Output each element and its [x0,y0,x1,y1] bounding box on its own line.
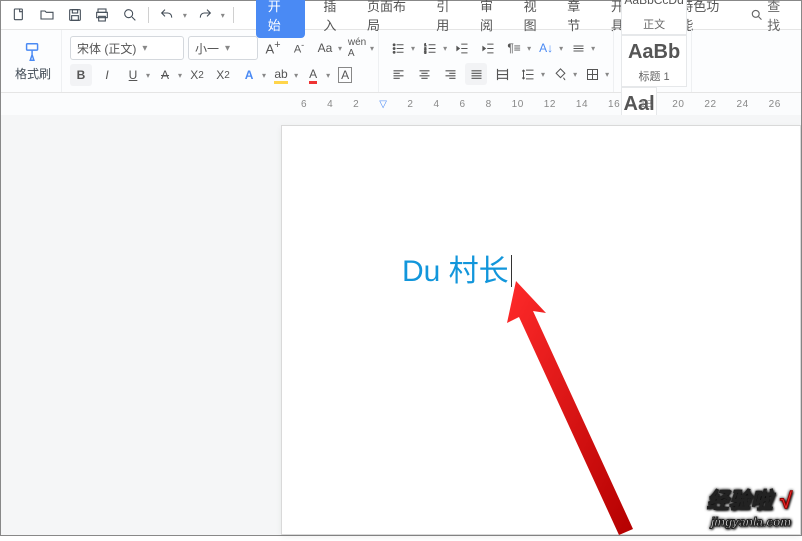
style-normal[interactable]: AaBbCcDd 正文 [621,0,687,35]
document-text[interactable]: Du 村长 [402,246,512,290]
format-painter-label: 格式刷 [15,65,51,82]
distribute-icon[interactable] [491,63,513,85]
font-color-icon[interactable]: A [302,64,324,86]
redo-dropdown[interactable]: ▾ [221,11,225,20]
tab-insert[interactable]: 插入 [323,0,349,34]
text-effects-icon[interactable]: A [238,64,260,86]
tab-view[interactable]: 视图 [524,0,550,34]
superscript-icon[interactable]: X2 [186,64,208,86]
italic-icon[interactable]: I [96,64,118,86]
document-page[interactable]: Du 村长 [281,125,801,535]
strikethrough-icon[interactable]: A [154,64,176,86]
text-direction-icon[interactable]: ¶≡ [503,37,525,59]
bold-icon[interactable]: B [70,64,92,86]
tab-review[interactable]: 审阅 [480,0,506,34]
redo-icon[interactable] [195,5,215,25]
pinyin-guide-icon[interactable]: wénA [346,37,368,59]
tab-references[interactable]: 引用 [436,0,462,34]
tab-special[interactable]: 特色功能 [680,0,731,34]
sort-icon[interactable]: A↓ [535,37,557,59]
open-icon[interactable] [37,5,57,25]
format-painter-button[interactable]: 格式刷 [9,41,57,82]
decrease-indent-icon[interactable] [451,37,473,59]
decrease-font-icon[interactable]: A- [288,37,310,59]
tab-chapter[interactable]: 章节 [567,0,593,34]
subscript-icon[interactable]: X2 [212,64,234,86]
increase-indent-icon[interactable] [477,37,499,59]
undo-dropdown[interactable]: ▾ [183,11,187,20]
highlight-icon[interactable]: ab [270,64,292,86]
align-right-icon[interactable] [439,63,461,85]
new-icon[interactable] [9,5,29,25]
underline-icon[interactable]: U [122,64,144,86]
align-center-icon[interactable] [413,63,435,85]
increase-font-icon[interactable]: A+ [262,37,284,59]
preview-icon[interactable] [120,5,140,25]
font-size-select[interactable]: 小一▾ [188,36,258,60]
separator [148,7,149,23]
numbering-icon[interactable]: 123 [419,37,441,59]
print-icon[interactable] [92,5,112,25]
character-border-icon[interactable]: A [334,64,356,86]
align-justify-icon[interactable] [465,63,487,85]
font-name-select[interactable]: 宋体 (正文)▾ [70,36,184,60]
tab-page-layout[interactable]: 页面布局 [367,0,418,34]
line-spacing-shrink-icon[interactable] [567,37,589,59]
change-case-icon[interactable]: Aa [314,37,336,59]
shading-icon[interactable] [549,63,571,85]
bullets-icon[interactable] [387,37,409,59]
align-left-icon[interactable] [387,63,409,85]
line-spacing-icon[interactable] [517,63,539,85]
horizontal-ruler[interactable]: 642 ▽ 246810121416182022242628 [1,93,801,116]
undo-icon[interactable] [157,5,177,25]
style-heading1[interactable]: AaBb 标题 1 [621,35,687,87]
svg-text:3: 3 [424,50,426,54]
text-cursor [511,255,512,287]
borders-icon[interactable] [581,63,603,85]
separator [233,7,234,23]
save-icon[interactable] [65,5,85,25]
watermark: 经验啦 √ jingyanla.com [707,483,791,529]
workspace: Du 村长 经验啦 √ jingyanla.com [1,115,801,535]
search-button[interactable]: 查找 [750,0,793,34]
